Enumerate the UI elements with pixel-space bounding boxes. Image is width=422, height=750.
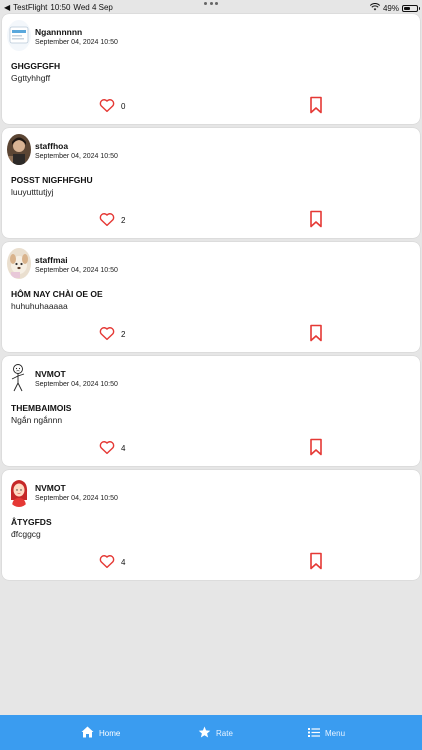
post-title: THEMBAIMOIS: [11, 403, 72, 413]
status-time: 10:50: [50, 3, 71, 12]
post-body: huhuhuhaaaaa: [11, 301, 68, 311]
heart-icon[interactable]: [98, 96, 116, 114]
like-count: 4: [121, 444, 126, 453]
bookmark-icon[interactable]: [309, 324, 323, 342]
back-app-label[interactable]: TestFlight: [13, 3, 47, 12]
post-title: GHGGFGFH: [11, 61, 61, 71]
multitasking-dots-icon[interactable]: [204, 2, 218, 8]
battery-fill: [404, 6, 410, 10]
post-card[interactable]: staffmai September 04, 2024 10:50 HÔM NA…: [2, 242, 420, 352]
dog-photo-avatar[interactable]: [7, 248, 31, 279]
tab-rate-label: Rate: [216, 728, 233, 738]
post-timestamp: September 04, 2024 10:50: [35, 267, 118, 274]
bookmark-icon[interactable]: [309, 210, 323, 228]
post-timestamp: September 04, 2024 10:50: [35, 153, 118, 160]
post-title: HÔM NAY CHÀI OE OE: [11, 289, 103, 299]
like-count: 4: [121, 558, 126, 567]
status-left: ◀ TestFlight 10:50 Wed 4 Sep: [4, 3, 113, 12]
post-body: Ngắn ngắnnn: [11, 415, 63, 425]
post-author[interactable]: staffhoa: [35, 141, 68, 151]
back-arrow-icon[interactable]: ◀: [4, 3, 10, 12]
like-count: 2: [121, 330, 126, 339]
like-count: 0: [121, 102, 126, 111]
tab-rate[interactable]: Rate: [198, 725, 233, 741]
bottom-tab-bar: Home Rate Menu: [0, 715, 422, 750]
like-count: 2: [121, 216, 126, 225]
post-card[interactable]: NVMOT September 04, 2024 10:50 ÂTYGFDS đ…: [2, 470, 420, 580]
home-icon: [81, 726, 94, 740]
post-author[interactable]: staffmai: [35, 255, 68, 265]
tab-home[interactable]: Home: [81, 725, 120, 741]
post-card[interactable]: staffhoa September 04, 2024 10:50 POSST …: [2, 128, 420, 238]
woman-illustration-avatar[interactable]: [7, 476, 31, 507]
person-photo-avatar[interactable]: [7, 134, 31, 165]
post-card[interactable]: Ngannnnnn September 04, 2024 10:50 GHGGF…: [2, 14, 420, 124]
heart-icon[interactable]: [98, 552, 116, 570]
status-bar: ◀ TestFlight 10:50 Wed 4 Sep 49%: [0, 0, 422, 14]
heart-icon[interactable]: [98, 438, 116, 456]
status-right: 49%: [369, 3, 420, 13]
post-timestamp: September 04, 2024 10:50: [35, 39, 118, 46]
post-body: đfcggcg: [11, 529, 41, 539]
post-author[interactable]: NVMOT: [35, 369, 66, 379]
post-timestamp: September 04, 2024 10:50: [35, 495, 118, 502]
tab-home-label: Home: [99, 728, 121, 738]
post-title: ÂTYGFDS: [11, 517, 52, 527]
box-photo-avatar[interactable]: [7, 20, 31, 51]
battery-percentage: 49%: [382, 3, 399, 13]
heart-icon[interactable]: [98, 324, 116, 342]
post-card[interactable]: NVMOT September 04, 2024 10:50 THEMBAIMO…: [2, 356, 420, 466]
stick-figure-avatar[interactable]: [7, 362, 31, 393]
tab-menu-label: Menu: [325, 728, 346, 738]
bookmark-icon[interactable]: [309, 438, 323, 456]
heart-icon[interactable]: [98, 210, 116, 228]
tab-menu[interactable]: Menu: [308, 725, 345, 741]
bookmark-icon[interactable]: [309, 96, 323, 114]
post-author[interactable]: NVMOT: [35, 483, 66, 493]
bookmark-icon[interactable]: [309, 552, 323, 570]
post-author[interactable]: Ngannnnnn: [35, 27, 82, 37]
post-title: POSST NIGFHFGHU: [11, 175, 93, 185]
status-date: Wed 4 Sep: [73, 3, 113, 12]
list-menu-icon: [308, 727, 320, 740]
post-timestamp: September 04, 2024 10:50: [35, 381, 118, 388]
battery-icon: [402, 4, 420, 12]
star-icon: [198, 726, 211, 740]
wifi-icon: [369, 3, 381, 13]
post-body: Ggttyhhgff: [11, 73, 51, 83]
post-body: luuyutttutjyj: [11, 187, 54, 197]
